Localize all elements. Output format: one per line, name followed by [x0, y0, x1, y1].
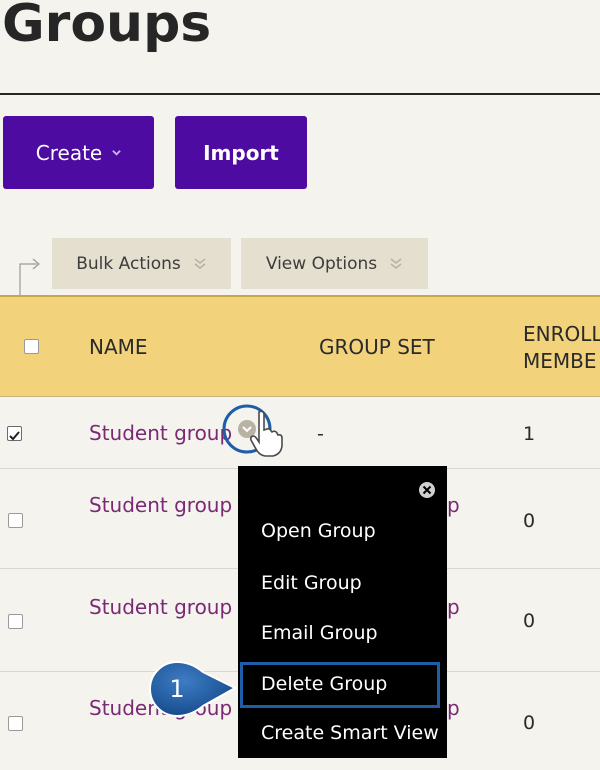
row-checkbox[interactable] — [8, 614, 23, 629]
title-divider — [0, 93, 600, 95]
hand-pointer-icon — [249, 410, 283, 457]
step-number: 1 — [169, 675, 185, 703]
group-set-link[interactable]: p — [447, 696, 460, 720]
bulk-actions-button[interactable]: Bulk Actions — [52, 238, 231, 289]
group-set-cell: - — [317, 423, 324, 445]
close-circle-icon[interactable] — [418, 481, 436, 499]
row-context-menu — [238, 466, 447, 758]
group-set-link[interactable]: p — [447, 493, 460, 517]
menu-item-create-smart-view[interactable]: Create Smart View — [261, 722, 439, 744]
bulk-select-arrow-icon — [19, 258, 40, 296]
delete-group-highlight — [240, 662, 440, 708]
checkmark-icon — [9, 431, 20, 441]
chevron-down-icon — [112, 150, 121, 156]
double-chevron-down-icon — [194, 257, 206, 269]
column-header-enrolled-line2: MEMBE — [523, 349, 597, 373]
menu-item-email-group[interactable]: Email Group — [261, 622, 378, 644]
double-chevron-down-icon — [390, 257, 402, 269]
enrolled-cell: 0 — [523, 712, 536, 734]
row-checkbox[interactable] — [8, 716, 23, 731]
group-name-link[interactable]: Student group — [89, 421, 232, 445]
create-button[interactable]: Create — [3, 116, 154, 189]
select-all-checkbox[interactable] — [24, 339, 39, 354]
enrolled-cell: 0 — [523, 510, 536, 532]
view-options-button[interactable]: View Options — [241, 238, 428, 289]
enrolled-cell: 0 — [523, 610, 536, 632]
enrolled-cell: 1 — [523, 423, 536, 445]
column-header-group-set[interactable]: GROUP SET — [319, 335, 435, 359]
row-checkbox[interactable] — [8, 513, 23, 528]
column-header-name[interactable]: NAME — [89, 335, 148, 359]
group-name-link[interactable]: Student group — [89, 595, 232, 619]
menu-item-edit-group[interactable]: Edit Group — [261, 572, 362, 594]
row-checkbox[interactable] — [7, 426, 22, 441]
view-options-label: View Options — [265, 253, 378, 274]
import-button[interactable]: Import — [175, 116, 307, 189]
menu-item-open-group[interactable]: Open Group — [261, 520, 376, 542]
group-name-link[interactable]: Student group — [89, 493, 232, 517]
column-header-enrolled-line1[interactable]: ENROLL — [523, 322, 600, 346]
group-set-link[interactable]: p — [447, 595, 460, 619]
bulk-actions-label: Bulk Actions — [76, 253, 181, 274]
page-title: Groups — [2, 0, 212, 54]
create-button-label: Create — [35, 140, 103, 165]
